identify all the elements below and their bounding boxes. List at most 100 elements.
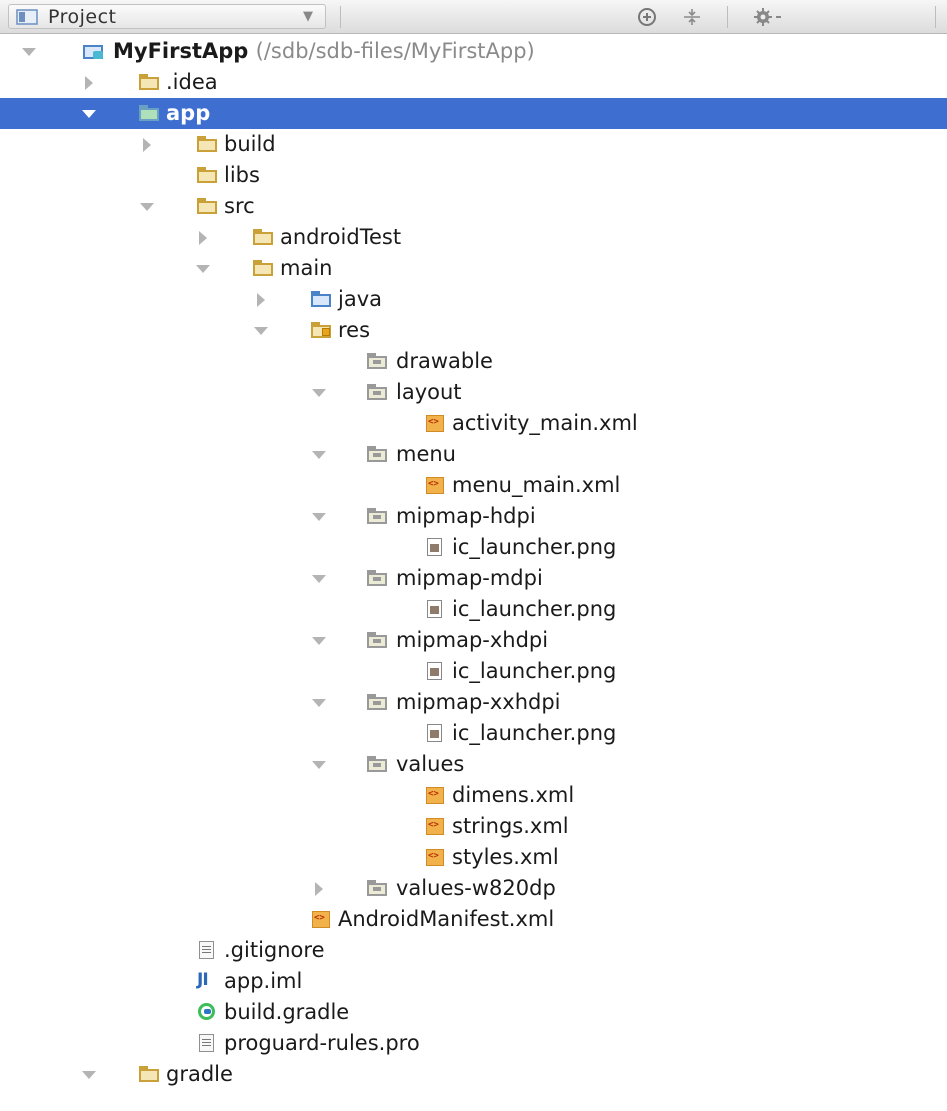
tree-item-ic-launcher-png[interactable]: ic_launcher.png	[0, 594, 947, 625]
tree-item-gitignore[interactable]: .gitignore	[0, 935, 947, 966]
tree-item-label: menu	[396, 442, 456, 466]
tree-item-label: activity_main.xml	[452, 411, 638, 435]
gradle-file-icon	[196, 1003, 218, 1021]
tree-item-label: proguard-rules.pro	[224, 1031, 420, 1055]
tree-item-label: mipmap-hdpi	[396, 504, 536, 528]
folder-icon	[196, 135, 218, 153]
tree-item-label: .gitignore	[224, 938, 325, 962]
tree-item-label: mipmap-mdpi	[396, 566, 543, 590]
tree-item-build[interactable]: build	[0, 129, 947, 160]
gear-icon[interactable]	[752, 6, 786, 28]
tree-item-label: app	[166, 101, 211, 125]
tree-item-label: res	[338, 318, 371, 342]
project-view-selector[interactable]: Project ▼	[8, 4, 326, 29]
tree-item-menu[interactable]: menu	[0, 439, 947, 470]
expand-arrow-icon[interactable]	[196, 262, 210, 276]
sync-icon[interactable]	[636, 6, 658, 28]
expand-arrow-icon[interactable]	[254, 324, 268, 338]
tree-item-mipmap-xhdpi[interactable]: mipmap-xhdpi	[0, 625, 947, 656]
expand-arrow-icon[interactable]	[312, 882, 326, 896]
tree-item-dimens-xml[interactable]: dimens.xml	[0, 780, 947, 811]
tree-item-myfirstapp[interactable]: MyFirstApp (/sdb/sdb-files/MyFirstApp)	[0, 36, 947, 67]
xml-file-icon	[424, 817, 446, 835]
tree-item-proguard-rules-pro[interactable]: proguard-rules.pro	[0, 1028, 947, 1059]
expand-arrow-icon[interactable]	[312, 386, 326, 400]
tree-item-app[interactable]: app	[0, 98, 947, 129]
iml-file-icon	[196, 970, 218, 990]
folder-icon	[366, 445, 388, 463]
folder-icon	[366, 755, 388, 773]
expand-arrow-icon[interactable]	[312, 572, 326, 586]
tree-item-mipmap-xxhdpi[interactable]: mipmap-xxhdpi	[0, 687, 947, 718]
expand-arrow-icon[interactable]	[254, 293, 268, 307]
tree-item-label: dimens.xml	[452, 783, 575, 807]
folder-icon	[366, 352, 388, 370]
tree-item-label: gradle	[166, 1062, 233, 1086]
tree-item-mipmap-hdpi[interactable]: mipmap-hdpi	[0, 501, 947, 532]
tree-item-androidmanifest-xml[interactable]: AndroidManifest.xml	[0, 904, 947, 935]
collapse-all-icon[interactable]	[681, 6, 703, 28]
tree-item-androidtest[interactable]: androidTest	[0, 222, 947, 253]
tree-item-label: ic_launcher.png	[452, 535, 617, 559]
tree-item-label: java	[338, 287, 382, 311]
expand-arrow-icon[interactable]	[312, 634, 326, 648]
xml-file-icon	[424, 414, 446, 432]
expand-arrow-icon[interactable]	[312, 510, 326, 524]
expand-arrow-icon[interactable]	[140, 200, 154, 214]
tree-item-src[interactable]: src	[0, 191, 947, 222]
tree-item-label: main	[280, 256, 333, 280]
expand-arrow-icon[interactable]	[82, 1068, 96, 1082]
folder-icon	[366, 383, 388, 401]
project-view-icon	[16, 8, 38, 25]
tree-item-label: MyFirstApp (/sdb/sdb-files/MyFirstApp)	[113, 39, 535, 63]
tree-item-app-iml[interactable]: app.iml	[0, 966, 947, 997]
tree-item-res[interactable]: res	[0, 315, 947, 346]
module-folder-icon	[138, 104, 160, 122]
folder-icon	[366, 569, 388, 587]
expand-arrow-icon[interactable]	[22, 45, 36, 59]
project-view-label: Project	[48, 5, 117, 28]
expand-arrow-icon[interactable]	[312, 696, 326, 710]
tree-item-menu-main-xml[interactable]: menu_main.xml	[0, 470, 947, 501]
tree-item-label: styles.xml	[452, 845, 559, 869]
project-path: (/sdb/sdb-files/MyFirstApp)	[255, 39, 535, 63]
expand-arrow-icon[interactable]	[82, 107, 96, 121]
tree-item-label: build.gradle	[224, 1000, 350, 1024]
tree-item-label: drawable	[396, 349, 493, 373]
tree-item-gradle[interactable]: gradle	[0, 1059, 947, 1090]
expand-arrow-icon[interactable]	[196, 231, 210, 245]
tree-item-main[interactable]: main	[0, 253, 947, 284]
tree-item-ic-launcher-png[interactable]: ic_launcher.png	[0, 718, 947, 749]
tree-item-values-w820dp[interactable]: values-w820dp	[0, 873, 947, 904]
tree-item-label: ic_launcher.png	[452, 721, 617, 745]
tree-item-label: app.iml	[224, 969, 303, 993]
tree-item-activity-main-xml[interactable]: activity_main.xml	[0, 408, 947, 439]
tree-item-build-gradle[interactable]: build.gradle	[0, 997, 947, 1028]
resource-folder-icon	[310, 321, 332, 339]
tree-item-strings-xml[interactable]: strings.xml	[0, 811, 947, 842]
tree-item-label: layout	[396, 380, 462, 404]
toolbar-separator	[340, 6, 341, 28]
tree-item-label: src	[224, 194, 255, 218]
tree-item-java[interactable]: java	[0, 284, 947, 315]
tree-item-label: strings.xml	[452, 814, 569, 838]
expand-arrow-icon[interactable]	[140, 138, 154, 152]
tree-item-ic-launcher-png[interactable]: ic_launcher.png	[0, 532, 947, 563]
expand-arrow-icon[interactable]	[312, 448, 326, 462]
tree-item-label: mipmap-xxhdpi	[396, 690, 561, 714]
expand-arrow-icon[interactable]	[82, 76, 96, 90]
tree-item-mipmap-mdpi[interactable]: mipmap-mdpi	[0, 563, 947, 594]
toolbar-separator	[727, 6, 728, 28]
expand-arrow-icon[interactable]	[312, 758, 326, 772]
tree-item-libs[interactable]: libs	[0, 160, 947, 191]
tree-item-ic-launcher-png[interactable]: ic_launcher.png	[0, 656, 947, 687]
tree-item-drawable[interactable]: drawable	[0, 346, 947, 377]
tree-item-values[interactable]: values	[0, 749, 947, 780]
tree-item-layout[interactable]: layout	[0, 377, 947, 408]
tree-item-label: values	[396, 752, 465, 776]
tree-item-label: values-w820dp	[396, 876, 556, 900]
text-file-icon	[196, 941, 218, 959]
tree-item-styles-xml[interactable]: styles.xml	[0, 842, 947, 873]
tree-item-idea[interactable]: .idea	[0, 67, 947, 98]
toolbar-separator	[935, 6, 936, 28]
